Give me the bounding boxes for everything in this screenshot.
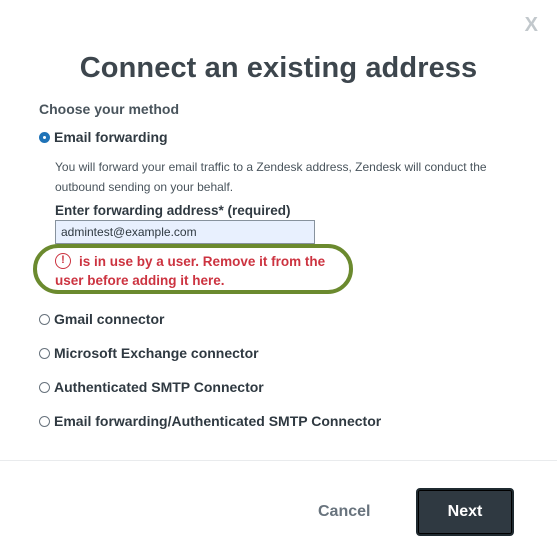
- forwarding-description: You will forward your email traffic to a…: [55, 160, 487, 194]
- radio-unselected-icon[interactable]: [39, 415, 50, 427]
- radio-label: Gmail connector: [54, 311, 165, 327]
- radio-gmail-connector[interactable]: Gmail connector: [39, 311, 164, 327]
- radio-unselected-icon[interactable]: [39, 313, 50, 325]
- radio-unselected-icon[interactable]: [39, 381, 50, 393]
- next-button[interactable]: Next: [416, 488, 514, 536]
- forwarding-address-input[interactable]: admintest@example.com: [55, 220, 315, 244]
- radio-exchange-connector[interactable]: Microsoft Exchange connector: [39, 345, 259, 361]
- radio-selected-icon[interactable]: [39, 131, 50, 143]
- dialog-title: Connect an existing address: [79, 52, 478, 84]
- radio-email-forwarding[interactable]: Email forwarding: [39, 129, 168, 145]
- cancel-button[interactable]: Cancel: [318, 503, 370, 521]
- forwarding-address-label: Enter forwarding address* (required): [55, 203, 291, 218]
- close-button[interactable]: X: [525, 14, 538, 37]
- radio-label: Authenticated SMTP Connector: [54, 379, 264, 395]
- radio-smtp-connector[interactable]: Authenticated SMTP Connector: [39, 379, 264, 395]
- error-message: is in use by a user. Remove it from the …: [55, 254, 326, 288]
- radio-label: Email forwarding/Authenticated SMTP Conn…: [54, 413, 382, 429]
- method-section-label: Choose your method: [39, 101, 180, 117]
- radio-label: Microsoft Exchange connector: [54, 345, 259, 361]
- radio-unselected-icon[interactable]: [39, 347, 50, 359]
- footer-divider: [0, 460, 557, 461]
- radio-label: Email forwarding: [54, 129, 168, 145]
- radio-forwarding-smtp-connector[interactable]: Email forwarding/Authenticated SMTP Conn…: [39, 413, 381, 429]
